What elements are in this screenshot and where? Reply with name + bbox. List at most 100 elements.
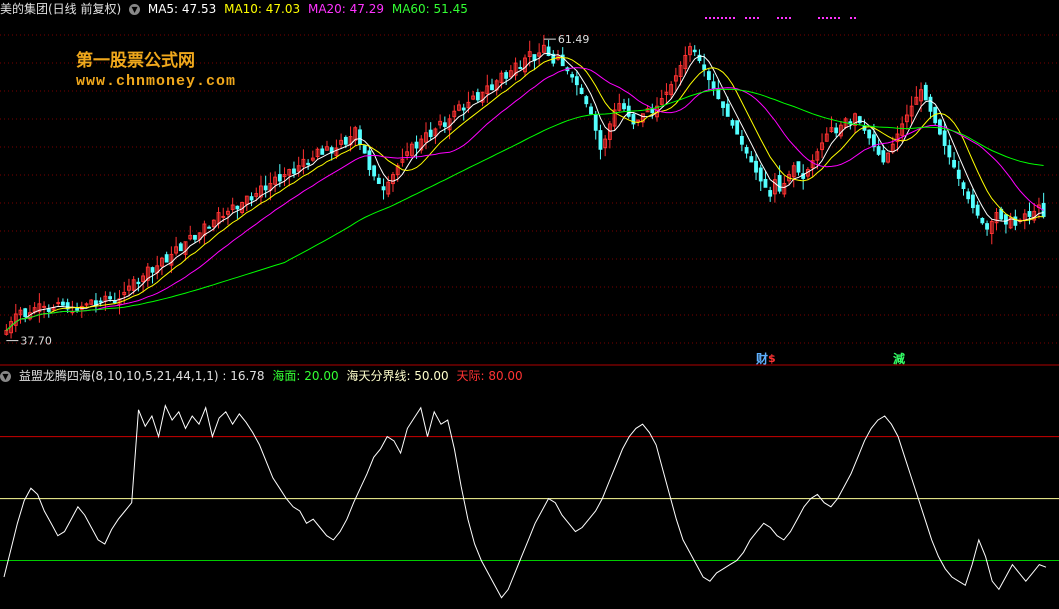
candle-body bbox=[725, 103, 730, 117]
oscillator-line bbox=[3, 404, 1047, 599]
candle-body bbox=[490, 84, 494, 91]
candle-body bbox=[358, 129, 362, 145]
status-dot bbox=[834, 17, 836, 19]
status-dot bbox=[753, 17, 755, 19]
candle-body bbox=[579, 87, 584, 94]
ma60-label: MA60: 51.45 bbox=[391, 2, 468, 16]
candle-body bbox=[1004, 214, 1008, 225]
candle-body bbox=[777, 175, 782, 192]
candle-body bbox=[46, 308, 51, 312]
status-dot bbox=[822, 17, 824, 19]
candle-body bbox=[475, 92, 480, 101]
candle-body bbox=[716, 88, 721, 100]
candle-body bbox=[504, 72, 509, 79]
candle-body bbox=[980, 217, 985, 224]
candle-body bbox=[692, 49, 697, 53]
boundary-label: 海天分界线: 50.00 bbox=[346, 369, 449, 383]
marker-cai[interactable]: 财 bbox=[756, 350, 768, 367]
status-dot bbox=[785, 17, 787, 19]
status-dot bbox=[725, 17, 727, 19]
ma20-line bbox=[6, 67, 1044, 331]
candle-body bbox=[306, 162, 311, 165]
candle-body bbox=[235, 205, 240, 210]
lower-header: ▼ 益盟龙腾四海(8,10,10,5,21,44,1,1) : 16.78 海面… bbox=[0, 367, 527, 385]
candle-body bbox=[966, 191, 971, 200]
candle-body bbox=[584, 96, 589, 105]
candle-body bbox=[598, 130, 603, 150]
candle-body bbox=[975, 204, 980, 216]
candle-body bbox=[589, 106, 593, 115]
candle-body bbox=[739, 135, 744, 145]
status-dot bbox=[854, 17, 856, 19]
status-dot bbox=[745, 17, 747, 19]
status-dot bbox=[733, 17, 735, 19]
moving-average-lines bbox=[6, 52, 1044, 331]
chevron-down-icon[interactable]: ▼ bbox=[0, 371, 11, 382]
candle-body bbox=[744, 147, 749, 154]
candle-body bbox=[367, 150, 372, 171]
status-dot bbox=[721, 17, 723, 19]
candle-body bbox=[42, 305, 46, 308]
candle-body bbox=[1013, 216, 1018, 226]
high-price-label: 61.49 bbox=[558, 33, 590, 46]
indicator-reference-lines bbox=[0, 436, 1059, 562]
candle-body bbox=[952, 159, 956, 168]
status-dot bbox=[729, 17, 731, 19]
candle-body bbox=[249, 196, 254, 201]
candle-body bbox=[867, 129, 872, 139]
price-and-indicator-chart[interactable]: 61.49 37.70 bbox=[0, 0, 1059, 609]
candle-body bbox=[721, 101, 725, 108]
candle-body bbox=[768, 190, 773, 197]
indicator-value: : 16.78 bbox=[222, 369, 265, 383]
candle-body bbox=[928, 96, 933, 112]
marker-s[interactable]: $ bbox=[768, 352, 776, 365]
candle-body bbox=[75, 307, 79, 311]
candle-body bbox=[593, 114, 598, 131]
candle-body bbox=[292, 168, 296, 174]
low-price-label: 37.70 bbox=[20, 335, 52, 348]
stock-title[interactable]: 美的集团(日线 前复权) bbox=[0, 2, 121, 16]
candle-body bbox=[834, 127, 839, 134]
candle-body bbox=[947, 145, 952, 158]
status-dot bbox=[749, 17, 751, 19]
candle-body bbox=[923, 84, 928, 101]
indicator-line bbox=[3, 404, 1047, 599]
status-dot bbox=[705, 17, 707, 19]
status-dot bbox=[709, 17, 711, 19]
candle-body bbox=[570, 74, 575, 78]
candle-body bbox=[937, 119, 942, 135]
candle-body bbox=[706, 71, 711, 81]
status-dot bbox=[838, 17, 840, 19]
candle-body bbox=[277, 174, 282, 182]
ma20-label: MA20: 47.29 bbox=[307, 2, 385, 16]
candle-body bbox=[702, 64, 707, 70]
candle-body bbox=[193, 234, 197, 240]
candle-body bbox=[942, 130, 947, 146]
candle-body bbox=[956, 169, 961, 179]
marker-jian[interactable]: 減 bbox=[893, 350, 905, 367]
candle-body bbox=[985, 223, 989, 230]
candle-body bbox=[1027, 211, 1032, 217]
candle-body bbox=[971, 194, 975, 209]
sky-label: 天际: 80.00 bbox=[456, 369, 523, 383]
indicator-name[interactable]: 益盟龙腾四海(8,10,10,5,21,44,1,1) bbox=[19, 369, 219, 383]
candle-body bbox=[442, 122, 447, 127]
status-dot bbox=[850, 17, 852, 19]
candle-body bbox=[428, 129, 433, 138]
status-dot bbox=[713, 17, 715, 19]
status-dot bbox=[777, 17, 779, 19]
chevron-down-icon[interactable]: ▼ bbox=[129, 4, 141, 15]
candle-body bbox=[362, 145, 367, 154]
candle-body bbox=[376, 177, 381, 184]
candle-body bbox=[461, 107, 466, 111]
candle-body bbox=[749, 156, 754, 163]
candle-body bbox=[178, 243, 183, 252]
candle-body bbox=[961, 182, 966, 190]
candle-body bbox=[343, 136, 348, 145]
candle-body bbox=[164, 254, 169, 263]
candle-body bbox=[754, 160, 758, 173]
status-dots bbox=[705, 17, 856, 19]
candle-body bbox=[574, 76, 579, 86]
candle-body bbox=[221, 215, 226, 218]
ma10-line bbox=[6, 56, 1044, 331]
